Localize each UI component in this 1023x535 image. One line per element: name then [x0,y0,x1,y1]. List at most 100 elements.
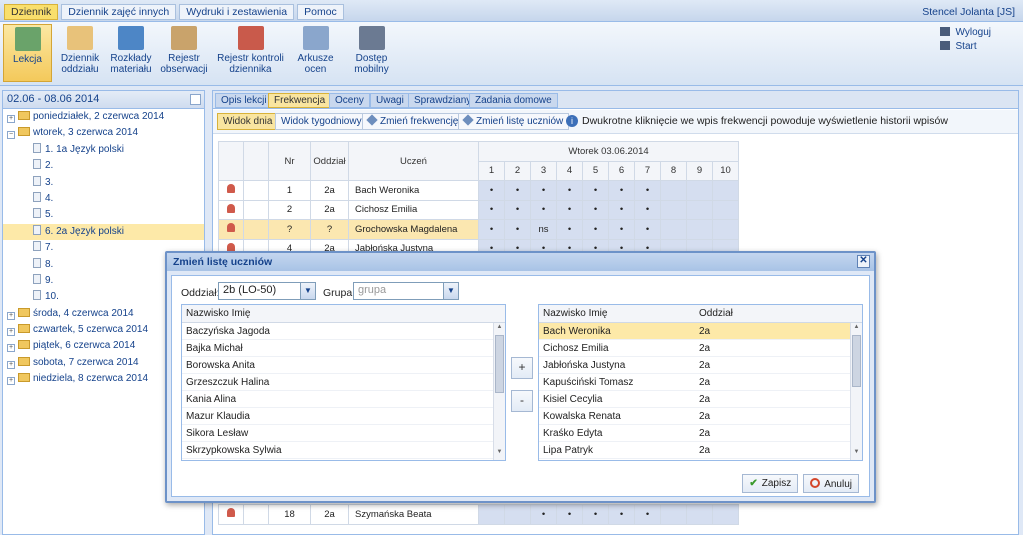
menu-item[interactable]: Pomoc [297,4,344,20]
attendance-cell[interactable]: • [582,199,609,220]
tree-item[interactable]: 1. 1a Język polski [3,142,204,158]
tab-0[interactable]: Opis lekcji [215,93,273,108]
list-item[interactable]: Mazur Klaudia [182,408,505,425]
group-select[interactable]: grupa ▼ [353,282,459,300]
attendance-cell[interactable]: • [634,199,661,220]
list-item[interactable]: Jabłońska Justyna 2a [539,357,862,374]
attendance-cell[interactable]: • [608,199,635,220]
attendance-cell[interactable] [686,219,713,240]
save-button[interactable]: ✔ Zapisz [742,474,799,493]
tree-item[interactable]: + poniedziałek, 2 czerwca 2014 [3,109,204,125]
attendance-cell[interactable] [660,199,687,220]
attendance-cell[interactable]: • [582,504,609,525]
attendance-cell[interactable]: • [530,199,557,220]
attendance-cell[interactable] [712,504,739,525]
attendance-cell[interactable] [712,219,739,240]
attendance-cell[interactable]: • [582,219,609,240]
attendance-cell[interactable] [686,180,713,201]
menu-item[interactable]: Dziennik [4,4,59,20]
attendance-cell[interactable]: • [556,504,583,525]
attendance-cell[interactable] [686,504,713,525]
list-item[interactable]: Borowska Anita [182,357,505,374]
list-item[interactable]: Skrzypkowska Sylwia [182,442,505,459]
attendance-cell[interactable]: • [608,219,635,240]
list-item[interactable]: Lipa Patryk 2a [539,442,862,459]
attendance-cell[interactable] [504,504,531,525]
attendance-cell[interactable]: • [556,219,583,240]
list-item[interactable]: Kania Alina [182,391,505,408]
tree-item[interactable]: 4. [3,191,204,207]
attendance-cell[interactable]: • [530,504,557,525]
week-view-button[interactable]: Widok tygodniowy [275,113,368,130]
expand-icon[interactable]: + [7,344,15,353]
collapse-icon[interactable]: − [7,131,15,140]
list-item[interactable]: Kraśko Edyta 2a [539,425,862,442]
list-item[interactable]: Cichosz Emilia 2a [539,340,862,357]
expand-icon[interactable]: + [7,328,15,337]
chevron-down-icon[interactable]: ▼ [300,283,315,299]
start-link[interactable]: Start [939,40,991,54]
ribbon-button[interactable]: Rejestr kontroli dziennika [212,24,289,82]
attendance-cell[interactable]: • [530,180,557,201]
attendance-cell[interactable]: • [478,199,505,220]
menu-item[interactable]: Wydruki i zestawienia [179,4,295,20]
attendance-cell[interactable]: • [634,504,661,525]
attendance-cell[interactable] [712,180,739,201]
ribbon-button[interactable]: Arkusze ocen [291,24,340,82]
attendance-cell[interactable] [478,504,505,525]
scrollbar[interactable]: ▲ ▼ [493,323,505,460]
ribbon-button[interactable]: Dziennik oddziału [56,24,104,82]
list-item[interactable]: Kisiel Cecylia 2a [539,391,862,408]
expand-icon[interactable]: + [7,360,15,369]
attendance-cell[interactable]: • [504,180,531,201]
tree-item[interactable]: 3. [3,175,204,191]
table-row[interactable]: 1 2a Bach Weronika • • • • • • • [218,180,739,201]
attendance-cell[interactable]: • [556,180,583,201]
available-students-list[interactable]: Nazwisko Imię Baczyńska Jagoda Bajka Mich… [181,304,506,461]
attendance-cell[interactable]: • [634,219,661,240]
scrollbar[interactable]: ▲ ▼ [850,323,862,460]
attendance-cell[interactable]: • [504,219,531,240]
scroll-down-icon[interactable]: ▼ [494,449,505,459]
tab-3[interactable]: Uwagi [370,93,410,108]
tree-item[interactable]: 2. [3,158,204,174]
attendance-cell[interactable]: • [478,180,505,201]
attendance-cell[interactable] [660,504,687,525]
list-item[interactable]: Bach Weronika 2a [539,323,862,340]
scrollbar-thumb[interactable] [495,335,504,393]
tree-item[interactable]: 6. 2a Język polski [3,223,204,241]
tab-1[interactable]: Frekwencja [268,93,332,108]
tab-5[interactable]: Zadania domowe [469,93,558,108]
list-item[interactable]: Sikora Lesław [182,425,505,442]
ribbon-button[interactable]: Rozkłady materiału [106,24,156,82]
selected-students-list[interactable]: Nazwisko Imię Oddział Bach Weronika 2a Cic… [538,304,863,461]
list-item[interactable]: Kowalska Renata 2a [539,408,862,425]
attendance-cell[interactable]: • [556,199,583,220]
table-row[interactable]: 18 2a Szymańska Beata • • • • • [218,504,739,525]
collapse-panel-icon[interactable] [190,94,201,105]
attendance-cell[interactable]: • [582,180,609,201]
add-student-button[interactable]: + [511,357,533,379]
class-select[interactable]: 2b (LO-50) ▼ [218,282,316,300]
attendance-cell[interactable] [660,180,687,201]
expand-icon[interactable]: + [7,115,15,123]
attendance-cell[interactable]: ns [530,219,557,240]
logout-link[interactable]: Wyloguj [939,26,991,40]
tab-4[interactable]: Sprawdziany [408,93,478,108]
attendance-cell[interactable]: • [504,199,531,220]
close-icon[interactable]: ✕ [857,255,870,268]
ribbon-button[interactable]: Rejestr obserwacji [158,24,210,82]
table-row[interactable]: ?? Grochowska Magdalena • • ns • • • • [218,219,739,240]
scroll-up-icon[interactable]: ▲ [494,324,505,334]
tree-item[interactable]: − wtorek, 3 czerwca 2014 [3,125,204,141]
attendance-cell[interactable] [712,199,739,220]
remove-student-button[interactable]: - [511,390,533,412]
scroll-down-icon[interactable]: ▼ [851,449,862,459]
menu-item[interactable]: Dziennik zajęć innych [61,4,177,20]
change-list-button[interactable]: Zmień listę uczniów [458,113,570,130]
tree-item[interactable]: 5. [3,207,204,223]
attendance-cell[interactable] [686,199,713,220]
expand-icon[interactable]: + [7,377,15,386]
cancel-button[interactable]: Anuluj [803,474,859,493]
expand-icon[interactable]: + [7,311,15,320]
